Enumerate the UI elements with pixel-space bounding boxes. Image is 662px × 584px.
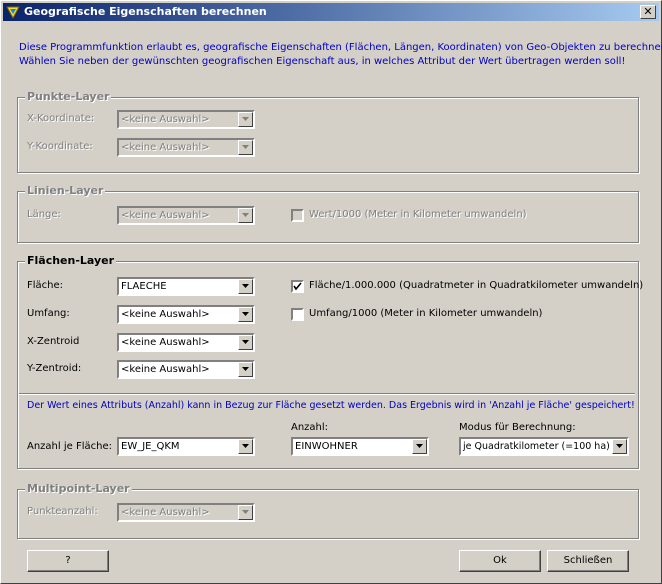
ok-button[interactable]: Ok: [459, 550, 541, 572]
umfang-label: Umfang:: [27, 308, 70, 319]
chevron-down-icon[interactable]: [612, 439, 627, 454]
app-logo-icon: [6, 5, 20, 20]
intro-line-1: Diese Programmfunktion erlaubt es, geogr…: [19, 42, 662, 53]
x-zentroid-value: <keine Auswahl>: [121, 337, 210, 348]
chevron-down-icon[interactable]: [238, 208, 253, 223]
anzahl-select[interactable]: EINWOHNER: [291, 437, 429, 456]
chevron-down-icon[interactable]: [238, 140, 253, 155]
umfang-umwandeln-label: Umfang/1000 (Meter in Kilometer umwandel…: [309, 308, 543, 319]
multipoint-layer-group: Multipoint-Layer: [17, 482, 639, 539]
flaeche-umwandeln-label: Fläche/1.000.000 (Quadratmeter in Quadra…: [309, 280, 644, 291]
y-zentroid-label: Y-Zentroid:: [27, 363, 82, 374]
close-button[interactable]: Schließen: [547, 550, 629, 572]
anzahl-label: Anzahl:: [291, 422, 329, 433]
close-window-button[interactable]: ✕: [640, 5, 656, 19]
dialog-window: Geografische Eigenschaften berechnen ✕ D…: [0, 0, 662, 584]
anzahl-je-flaeche-label: Anzahl je Fläche:: [27, 441, 112, 452]
chevron-down-icon[interactable]: [238, 439, 253, 454]
x-zentroid-select[interactable]: <keine Auswahl>: [117, 333, 255, 352]
modus-value: je Quadratkilometer (=100 ha): [463, 441, 610, 452]
laenge-value: <keine Auswahl>: [121, 210, 210, 221]
flaeche-value: FLAECHE: [121, 281, 167, 292]
modus-select[interactable]: je Quadratkilometer (=100 ha): [459, 437, 629, 456]
multipoint-layer-legend: Multipoint-Layer: [25, 482, 132, 495]
window-title: Geografische Eigenschaften berechnen: [24, 5, 267, 18]
x-zentroid-label: X-Zentroid: [27, 336, 80, 347]
laenge-select[interactable]: <keine Auswahl>: [117, 206, 255, 225]
linien-wert-checkbox[interactable]: [291, 209, 304, 222]
checkmark-icon: [293, 282, 302, 291]
y-zentroid-select[interactable]: <keine Auswahl>: [117, 360, 255, 379]
punkte-layer-legend: Punkte-Layer: [25, 90, 112, 103]
punkteanzahl-select[interactable]: <keine Auswahl>: [117, 503, 255, 522]
y-koordinate-label: Y-Koordinate:: [27, 141, 93, 152]
section-divider: [19, 393, 635, 395]
linien-wert-checkbox-label: Wert/1000 (Meter in Kilometer umwandeln): [309, 209, 527, 220]
chevron-down-icon[interactable]: [412, 439, 427, 454]
umfang-value: <keine Auswahl>: [121, 309, 210, 320]
anzahl-je-flaeche-value: EW_JE_QKM: [121, 441, 180, 452]
intro-line-2: Wählen Sie neben der gewünschten geograf…: [19, 56, 626, 67]
chevron-down-icon[interactable]: [238, 362, 253, 377]
flaeche-select[interactable]: FLAECHE: [117, 277, 255, 296]
umfang-select[interactable]: <keine Auswahl>: [117, 305, 255, 324]
intro-text: Diese Programmfunktion erlaubt es, geogr…: [19, 41, 662, 69]
modus-label: Modus für Berechnung:: [459, 422, 576, 433]
anzahl-info-text: Der Wert eines Attributs (Anzahl) kann i…: [27, 400, 635, 411]
y-koordinate-select[interactable]: <keine Auswahl>: [117, 138, 255, 157]
chevron-down-icon[interactable]: [238, 335, 253, 350]
punkte-layer-group: Punkte-Layer: [17, 90, 639, 173]
punkteanzahl-label: Punkteanzahl:: [27, 506, 98, 517]
x-koordinate-select[interactable]: <keine Auswahl>: [117, 110, 255, 129]
chevron-down-icon[interactable]: [238, 505, 253, 520]
flaechen-layer-legend: Flächen-Layer: [25, 254, 117, 267]
laenge-label: Länge:: [27, 209, 61, 220]
y-koordinate-value: <keine Auswahl>: [121, 142, 210, 153]
help-button[interactable]: ?: [27, 550, 109, 572]
anzahl-value: EINWOHNER: [295, 441, 358, 452]
linien-layer-legend: Linien-Layer: [25, 184, 106, 197]
chevron-down-icon[interactable]: [238, 279, 253, 294]
x-koordinate-value: <keine Auswahl>: [121, 114, 210, 125]
title-bar[interactable]: Geografische Eigenschaften berechnen ✕: [3, 3, 659, 21]
flaeche-label: Fläche:: [27, 280, 64, 291]
y-zentroid-value: <keine Auswahl>: [121, 364, 210, 375]
chevron-down-icon[interactable]: [238, 112, 253, 127]
flaeche-umwandeln-checkbox[interactable]: [291, 280, 304, 293]
punkteanzahl-value: <keine Auswahl>: [121, 507, 210, 518]
anzahl-je-flaeche-select[interactable]: EW_JE_QKM: [117, 437, 255, 456]
umfang-umwandeln-checkbox[interactable]: [291, 308, 304, 321]
chevron-down-icon[interactable]: [238, 307, 253, 322]
x-koordinate-label: X-Koordinate:: [27, 113, 95, 124]
